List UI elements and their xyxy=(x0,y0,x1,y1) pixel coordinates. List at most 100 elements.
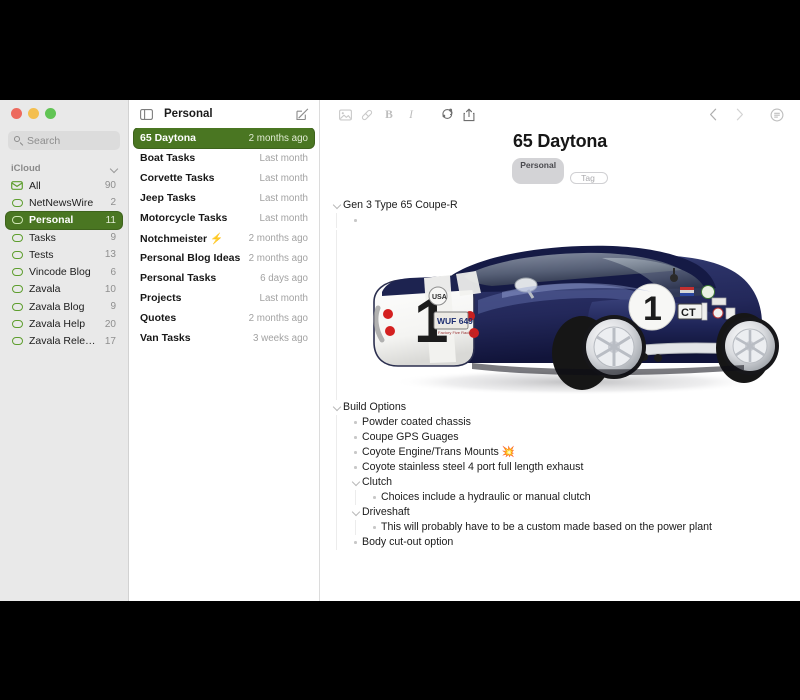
chevron-down-icon[interactable] xyxy=(110,165,118,173)
outline-row[interactable]: Coyote Engine/Trans Mounts 💥 xyxy=(330,445,788,460)
outline-row[interactable]: Coupe GPS Guages xyxy=(330,430,788,445)
outline-row[interactable] xyxy=(330,213,788,228)
sidebar-item-label: NetNewsWire xyxy=(29,196,94,209)
outline-row-text[interactable]: Coyote stainless steel 4 port full lengt… xyxy=(362,460,583,475)
list-item[interactable]: Quotes 2 months ago xyxy=(134,308,314,328)
sidebar-item-personal[interactable]: Personal 11 xyxy=(6,211,122,229)
list-item-date: 2 months ago xyxy=(248,132,308,144)
sidebar-item-netnewswire[interactable]: NetNewsWire 2 xyxy=(6,194,122,211)
chevron-left-icon[interactable] xyxy=(700,104,726,126)
oval-icon xyxy=(11,249,23,261)
document-list: 65 Daytona 2 months ago Boat Tasks Last mon… xyxy=(129,128,319,601)
list-item[interactable]: Personal Blog Ideas 2 months ago xyxy=(134,248,314,268)
minimize-button[interactable] xyxy=(28,107,39,119)
list-item-date: Last month xyxy=(259,172,308,184)
outline-row-text[interactable]: Gen 3 Type 65 Coupe-R xyxy=(343,198,458,213)
status-badge[interactable]: Personal xyxy=(512,158,565,184)
list-item[interactable]: Motorcycle Tasks Last month xyxy=(134,208,314,228)
outline-row-text[interactable]: Coupe GPS Guages xyxy=(362,430,459,445)
outline-row-text[interactable]: Build Options xyxy=(343,400,406,415)
sidebar-item-count: 13 xyxy=(104,249,116,261)
insert-image-icon[interactable] xyxy=(334,104,356,126)
bullet-icon[interactable] xyxy=(349,460,362,475)
italic-icon[interactable]: I xyxy=(400,104,422,126)
sidebar-toggle-icon[interactable] xyxy=(139,107,154,122)
list-item-title: Personal Blog Ideas xyxy=(140,252,241,264)
outline-row-text[interactable]: Coyote Engine/Trans Mounts 💥 xyxy=(362,445,515,460)
search-icon xyxy=(14,136,23,145)
bullet-icon[interactable] xyxy=(368,520,381,535)
zoom-button[interactable] xyxy=(45,107,56,119)
outline-row-text[interactable]: Body cut-out option xyxy=(362,535,453,550)
sidebar-item-tests[interactable]: Tests 13 xyxy=(6,246,122,263)
editor-toolbar: B I xyxy=(320,100,800,129)
close-button[interactable] xyxy=(11,107,22,119)
tag-icon[interactable] xyxy=(436,104,458,126)
sidebar-section-icloud[interactable]: iCloud xyxy=(0,159,128,177)
outline-row-text[interactable]: Choices include a hydraulic or manual cl… xyxy=(381,490,591,505)
indent-guide xyxy=(336,490,337,505)
sidebar-item-count: 10 xyxy=(104,283,116,295)
outline-row[interactable]: Body cut-out option xyxy=(330,535,788,550)
chevron-down-icon[interactable] xyxy=(349,475,362,490)
outline-row-text[interactable]: Clutch xyxy=(362,475,392,490)
outline-row[interactable]: Choices include a hydraulic or manual cl… xyxy=(330,490,788,505)
search-input[interactable]: Search xyxy=(8,131,120,150)
list-item[interactable]: Personal Tasks 6 days ago xyxy=(134,268,314,288)
chevron-down-icon[interactable] xyxy=(330,198,343,213)
document-list-panel: Personal 65 Daytona 2 months ago Boat Task… xyxy=(129,100,320,601)
list-item[interactable]: Van Tasks 3 weeks ago xyxy=(134,328,314,348)
indent-guide xyxy=(336,535,337,550)
sidebar-item-label: Tests xyxy=(29,248,54,261)
outline-row[interactable]: This will probably have to be a custom m… xyxy=(330,520,788,535)
bullet-icon[interactable] xyxy=(349,415,362,430)
sidebar-item-label: Zavala Releases xyxy=(29,335,99,348)
document-body: 65 Daytona Personal Tag Gen 3 Type 65 Cou… xyxy=(320,129,800,601)
sidebar-item-count: 9 xyxy=(110,301,116,313)
sidebar-item-zavala-blog[interactable]: Zavala Blog 9 xyxy=(6,298,122,315)
bullet-icon[interactable] xyxy=(349,445,362,460)
outline-row[interactable]: Gen 3 Type 65 Coupe-R xyxy=(330,198,788,213)
car-photo[interactable]: 1 USA WUF 649 Factory Five Racing 1 CT xyxy=(352,230,792,400)
outline-row-text[interactable]: Powder coated chassis xyxy=(362,415,471,430)
sidebar-item-tasks[interactable]: Tasks 9 xyxy=(6,229,122,246)
list-item[interactable]: Corvette Tasks Last month xyxy=(134,168,314,188)
sidebar-item-all[interactable]: All 90 xyxy=(6,177,122,194)
outline-row-text[interactable]: This will probably have to be a custom m… xyxy=(381,520,712,535)
outline-row[interactable]: Build Options xyxy=(330,400,788,415)
list-item[interactable]: Projects Last month xyxy=(134,288,314,308)
list-item-date: Last month xyxy=(259,292,308,304)
sidebar-item-count: 9 xyxy=(110,232,116,244)
sidebar-nav: All 90 NetNewsWire 2 Personal 11 Tasks 9 Tests 13… xyxy=(0,177,128,601)
list-item-title: Corvette Tasks xyxy=(140,172,215,184)
svg-text:CT: CT xyxy=(681,307,696,319)
bullet-icon[interactable] xyxy=(368,490,381,505)
status-badge[interactable]: Tag xyxy=(570,172,608,184)
format-menu-icon[interactable] xyxy=(766,104,788,126)
compose-icon[interactable] xyxy=(295,107,310,122)
list-item[interactable]: Jeep Tasks Last month xyxy=(134,188,314,208)
list-item[interactable]: Boat Tasks Last month xyxy=(134,148,314,168)
bullet-icon[interactable] xyxy=(349,430,362,445)
outline-row[interactable]: Coyote stainless steel 4 port full lengt… xyxy=(330,460,788,475)
bold-icon[interactable]: B xyxy=(378,104,400,126)
chevron-down-icon[interactable] xyxy=(330,400,343,415)
bullet-icon[interactable] xyxy=(349,213,362,228)
outline-row-text[interactable]: Driveshaft xyxy=(362,505,410,520)
list-item[interactable]: 65 Daytona 2 months ago xyxy=(134,128,314,148)
share-icon[interactable] xyxy=(458,104,480,126)
sidebar-item-vincode-blog[interactable]: Vincode Blog 6 xyxy=(6,263,122,280)
sidebar-item-zavala-help[interactable]: Zavala Help 20 xyxy=(6,315,122,332)
outline-row[interactable]: Powder coated chassis xyxy=(330,415,788,430)
sidebar-item-zavala-releases[interactable]: Zavala Releases 17 xyxy=(6,333,122,350)
detail-panel: B I 65 Daytona Personal Tag Gen 3 Type 6… xyxy=(320,100,800,601)
sidebar-item-zavala[interactable]: Zavala 10 xyxy=(6,281,122,298)
bullet-icon[interactable] xyxy=(349,535,362,550)
insert-link-icon[interactable] xyxy=(356,104,378,126)
list-item-title: Projects xyxy=(140,292,182,304)
outline-row[interactable]: Clutch xyxy=(330,475,788,490)
chevron-down-icon[interactable] xyxy=(349,505,362,520)
list-item[interactable]: Notchmeister ⚡ 2 months ago xyxy=(134,228,314,248)
chevron-right-icon[interactable] xyxy=(726,104,752,126)
outline-row[interactable]: Driveshaft xyxy=(330,505,788,520)
